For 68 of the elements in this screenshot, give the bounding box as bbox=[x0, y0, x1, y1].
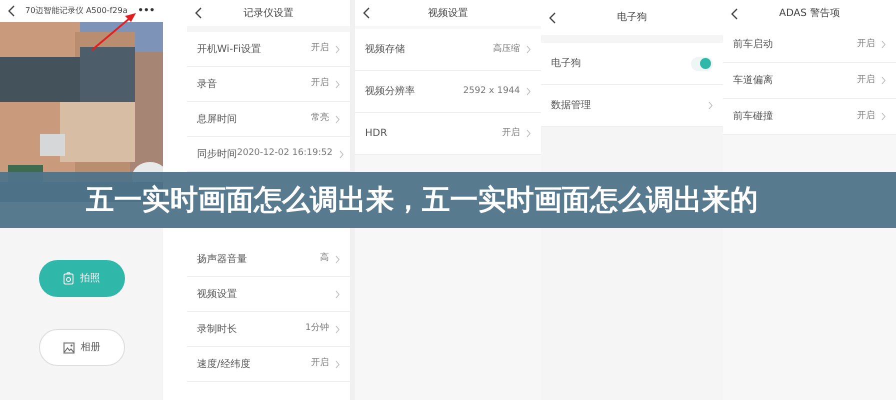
row-value: 开启 bbox=[311, 357, 329, 370]
row-label: 录制时长 bbox=[197, 322, 237, 336]
row-label: 视频设置 bbox=[197, 288, 237, 302]
row-value: 开启 bbox=[857, 38, 875, 51]
chevron-right-icon bbox=[526, 87, 531, 96]
row-label: 开机Wi-Fi设置 bbox=[197, 42, 261, 56]
settings-row[interactable]: 数据管理 bbox=[541, 85, 723, 127]
back-icon[interactable] bbox=[731, 8, 738, 20]
chevron-right-icon bbox=[881, 76, 886, 85]
chevron-right-icon bbox=[881, 40, 886, 49]
camera-icon bbox=[63, 272, 74, 285]
chevron-right-icon bbox=[526, 45, 531, 54]
chevron-right-icon bbox=[881, 112, 886, 121]
row-value: 开启 bbox=[311, 42, 329, 56]
chevron-right-icon bbox=[708, 101, 713, 110]
settings-row[interactable]: HDR 开启 bbox=[355, 113, 541, 155]
chevron-right-icon bbox=[335, 324, 340, 334]
row-value: 高 bbox=[320, 252, 329, 266]
chevron-right-icon bbox=[335, 80, 340, 88]
image-icon bbox=[62, 342, 74, 354]
chevron-right-icon bbox=[335, 254, 340, 264]
row-label: HDR bbox=[365, 127, 388, 141]
row-label: 速度/经纬度 bbox=[197, 358, 250, 372]
chevron-right-icon bbox=[526, 129, 531, 138]
row-value: 开启 bbox=[857, 110, 875, 123]
screen-title: ADAS 警告项 bbox=[779, 6, 840, 21]
more-button[interactable]: ••• bbox=[138, 6, 155, 16]
row-value: 开启 bbox=[857, 74, 875, 87]
row-value: 常亮 bbox=[311, 112, 329, 126]
settings-row[interactable]: 前车碰撞 开启 bbox=[723, 99, 896, 135]
row-value: 开启 bbox=[311, 77, 329, 90]
banner-title: 五一实时画面怎么调出来，五一实时画面怎么调出来的 bbox=[86, 182, 758, 218]
settings-row[interactable]: 车道偏离 开启 bbox=[723, 63, 896, 99]
back-icon[interactable] bbox=[363, 7, 370, 19]
row-value: 高压缩 bbox=[493, 42, 520, 56]
row-value: 2592 x 1944 bbox=[463, 84, 520, 98]
album-button[interactable]: 相册 bbox=[38, 329, 124, 366]
chevron-right-icon bbox=[335, 290, 340, 298]
arrow-annotation bbox=[90, 12, 138, 52]
screen-title: 记录仪设置 bbox=[244, 6, 294, 20]
row-label: 车道偏离 bbox=[733, 74, 773, 88]
row-value: 2020-12-02 16:19:52 bbox=[237, 147, 333, 160]
row-value: 1分钟 bbox=[305, 322, 329, 336]
settings-row[interactable]: 视频分辨率 2592 x 1944 bbox=[355, 71, 541, 113]
back-icon[interactable] bbox=[195, 7, 202, 19]
row-label: 电子狗 bbox=[551, 56, 581, 71]
toggle-switch[interactable] bbox=[691, 56, 713, 70]
back-icon[interactable] bbox=[8, 5, 15, 17]
row-label: 前车启动 bbox=[733, 38, 773, 52]
row-label: 视频存储 bbox=[365, 42, 405, 57]
row-label: 扬声器音量 bbox=[197, 252, 247, 266]
row-label: 数据管理 bbox=[551, 99, 591, 113]
row-label: 同步时间 bbox=[197, 148, 237, 162]
screen-title: 视频设置 bbox=[428, 6, 468, 20]
screen-title: 70迈智能记录仪 A500-f29a bbox=[25, 5, 128, 17]
screen-title: 电子狗 bbox=[617, 10, 647, 25]
row-label: 息屏时间 bbox=[197, 112, 237, 126]
row-label: 视频分辨率 bbox=[365, 84, 415, 99]
row-label: 前车碰撞 bbox=[733, 110, 773, 124]
chevron-right-icon bbox=[338, 150, 344, 158]
row-value: 开启 bbox=[502, 126, 520, 140]
back-icon[interactable] bbox=[549, 12, 556, 24]
settings-row[interactable]: 视频存储 高压缩 bbox=[355, 29, 541, 71]
chevron-right-icon bbox=[335, 44, 340, 54]
row-label: 录音 bbox=[197, 78, 217, 92]
settings-row[interactable]: 前车启动 开启 bbox=[723, 27, 896, 63]
chevron-right-icon bbox=[335, 360, 340, 368]
chevron-right-icon bbox=[335, 114, 340, 124]
